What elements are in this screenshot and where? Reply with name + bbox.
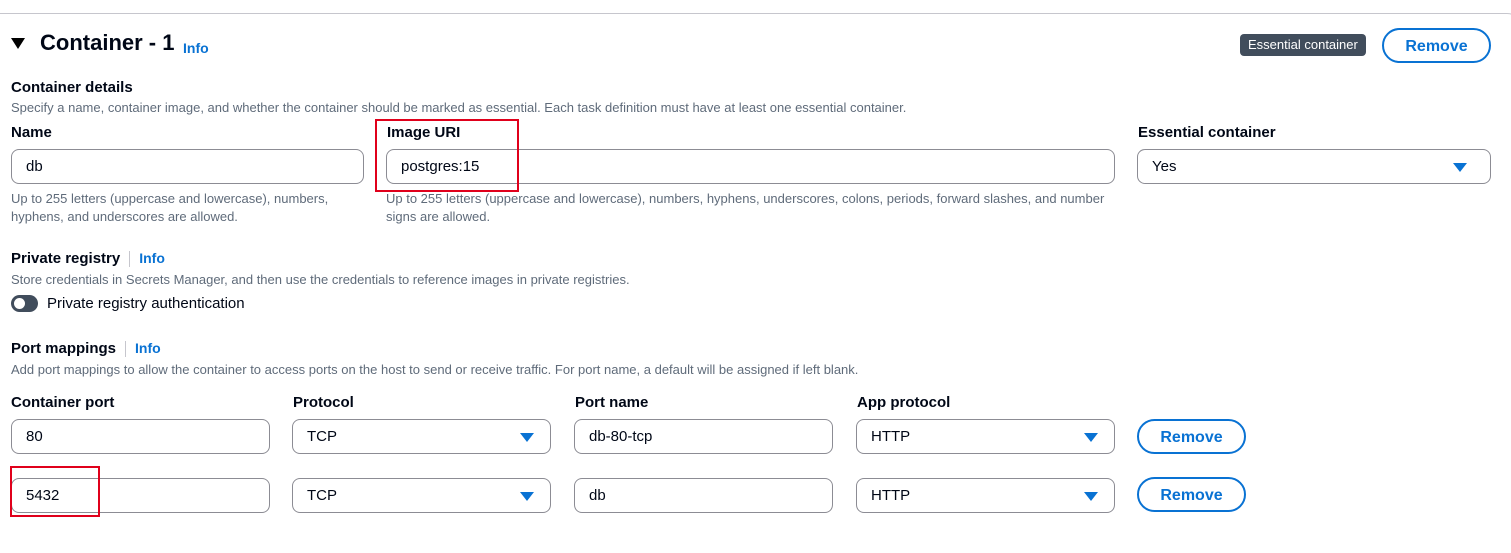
app-protocol-select[interactable]: HTTP: [856, 419, 1115, 454]
col-port-name: Port name: [575, 394, 649, 411]
chevron-down-icon: [520, 433, 534, 442]
private-registry-title: Private registry: [11, 250, 121, 267]
title-info-link[interactable]: Info: [183, 40, 209, 56]
protocol-select[interactable]: TCP: [292, 419, 551, 454]
port-mappings-description: Add port mappings to allow the container…: [11, 362, 859, 377]
name-hint: Up to 255 letters (uppercase and lowerca…: [11, 191, 329, 224]
chevron-down-icon: [520, 492, 534, 501]
essential-value: Yes: [1152, 158, 1177, 175]
remove-port-button[interactable]: Remove: [1137, 477, 1246, 512]
port-mappings-info-link[interactable]: Info: [135, 340, 161, 356]
name-input[interactable]: db: [11, 149, 364, 184]
essential-select[interactable]: Yes: [1137, 149, 1491, 184]
app-protocol-value: HTTP: [871, 428, 911, 445]
essential-label: Essential container: [1138, 124, 1276, 141]
col-app-protocol: App protocol: [857, 394, 951, 411]
private-registry-toggle[interactable]: [11, 295, 38, 312]
image-uri-highlight: [375, 119, 519, 192]
app-protocol-value: HTTP: [871, 487, 911, 504]
collapse-caret-icon[interactable]: [11, 38, 25, 49]
divider: [129, 251, 131, 268]
remove-port-button[interactable]: Remove: [1137, 419, 1246, 454]
protocol-value: TCP: [307, 428, 337, 445]
private-registry-info-link[interactable]: Info: [139, 250, 165, 266]
image-uri-hint: Up to 255 letters (uppercase and lowerca…: [386, 191, 1105, 224]
name-label: Name: [11, 124, 52, 141]
chevron-down-icon: [1084, 492, 1098, 501]
essential-badge: Essential container: [1240, 34, 1366, 56]
remove-container-button[interactable]: Remove: [1382, 28, 1491, 63]
chevron-down-icon: [1084, 433, 1098, 442]
container-title: Container - 1: [40, 30, 175, 55]
chevron-down-icon: [1453, 163, 1467, 172]
container-port-input[interactable]: 80: [11, 419, 270, 454]
protocol-select[interactable]: TCP: [292, 478, 551, 513]
port-name-input[interactable]: db: [574, 478, 833, 513]
col-container-port: Container port: [11, 394, 115, 411]
port-name-input[interactable]: db-80-tcp: [574, 419, 833, 454]
divider: [125, 341, 127, 358]
container-port-highlight: [10, 466, 100, 517]
private-registry-description: Store credentials in Secrets Manager, an…: [11, 272, 630, 287]
details-heading: Container details: [11, 79, 133, 96]
protocol-value: TCP: [307, 487, 337, 504]
port-mappings-title: Port mappings: [11, 340, 117, 357]
details-description: Specify a name, container image, and whe…: [11, 100, 907, 115]
col-protocol: Protocol: [293, 394, 354, 411]
private-registry-heading: Private registry Info: [11, 250, 165, 268]
toggle-knob: [14, 298, 25, 309]
private-registry-toggle-label: Private registry authentication: [47, 295, 245, 312]
port-mappings-heading: Port mappings Info: [11, 340, 161, 358]
app-protocol-select[interactable]: HTTP: [856, 478, 1115, 513]
